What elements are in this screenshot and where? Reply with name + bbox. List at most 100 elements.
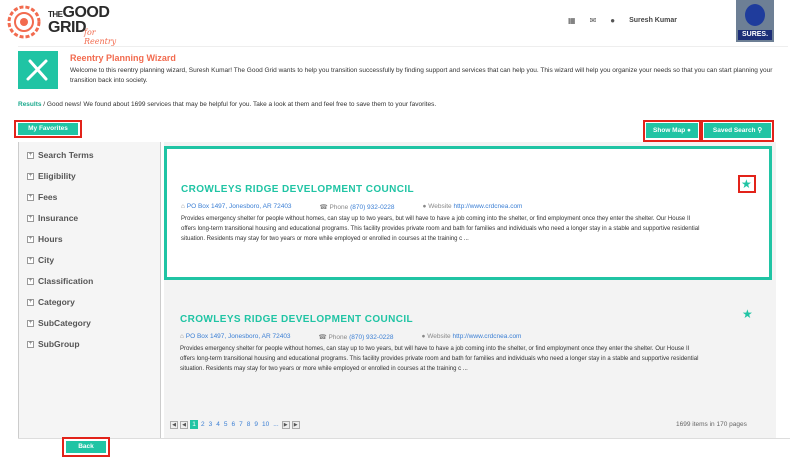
listing-phone-group: ☎ Phone (870) 932-0228 [319, 333, 394, 341]
page-link[interactable]: 6 [231, 421, 237, 428]
listing-meta: ⌂ PO Box 1497, Jonesboro, AR 72403 ☎ Pho… [180, 333, 521, 341]
listing-description: Provides emergency shelter for people wi… [180, 346, 699, 372]
listing-address[interactable]: PO Box 1497, Jonesboro, AR 72403 [187, 203, 292, 210]
map-marker-icon: ● [687, 127, 691, 134]
listing-phone[interactable]: (870) 932-0228 [350, 204, 394, 211]
saved-search-label: Saved Search [712, 127, 756, 134]
filter-subcategory[interactable]: + SubCategory [27, 318, 91, 328]
page-link[interactable]: 2 [200, 421, 206, 428]
listing-address[interactable]: PO Box 1497, Jonesboro, AR 72403 [186, 333, 291, 340]
expand-icon: + [27, 277, 34, 285]
favorite-star-icon[interactable]: ★ [742, 307, 753, 321]
header-icons: ▦ ✉ ● Suresh Kumar [568, 16, 677, 25]
page-link[interactable]: 7 [238, 421, 244, 428]
logo-line3: GRID [48, 19, 87, 36]
listing-title[interactable]: CROWLEYS RIDGE DEVELOPMENT COUNCIL [181, 184, 414, 195]
page-link[interactable]: 3 [208, 421, 214, 428]
expand-icon: + [27, 214, 34, 222]
back-button[interactable]: Back [66, 441, 106, 453]
page-link[interactable]: 9 [253, 421, 259, 428]
phone-label: Phone [328, 334, 348, 341]
listing-card-1[interactable]: CROWLEYS RIDGE DEVELOPMENT COUNCIL ⌂ PO … [164, 146, 772, 280]
filter-insurance[interactable]: + Insurance [27, 213, 78, 223]
filter-label: City [38, 255, 55, 265]
listing-phone-group: ☎ Phone (870) 932-0228 [320, 203, 395, 211]
first-page-icon[interactable]: ◀ [170, 420, 178, 429]
logo[interactable]: THEGOOD GRID for Reentry [6, 4, 126, 46]
listing-address-group: ⌂ PO Box 1497, Jonesboro, AR 72403 [181, 203, 292, 211]
filter-label: Search Terms [38, 150, 94, 160]
filter-label: Category [38, 297, 75, 307]
website-label: Website [427, 333, 451, 340]
filter-eligibility[interactable]: + Eligibility [27, 171, 76, 181]
results-panel: CROWLEYS RIDGE DEVELOPMENT COUNCIL ⌂ PO … [164, 142, 776, 438]
saved-search-button[interactable]: Saved Search ⚲ [704, 123, 771, 138]
filter-classification[interactable]: + Classification [27, 276, 93, 286]
listing-description: Provides emergency shelter for people wi… [181, 216, 700, 242]
listing-card-2[interactable]: CROWLEYS RIDGE DEVELOPMENT COUNCIL ⌂ PO … [164, 292, 772, 382]
listing-website-group: ● Website http://www.crdcnea.com [422, 333, 522, 341]
show-map-label: Show Map [653, 127, 686, 134]
filter-label: SubCategory [38, 318, 91, 328]
globe-icon: ● [421, 333, 426, 340]
filter-hours[interactable]: + Hours [27, 234, 63, 244]
filter-fees[interactable]: + Fees [27, 192, 57, 202]
filter-label: Eligibility [38, 171, 76, 181]
favorite-star-icon[interactable]: ★ [741, 177, 752, 191]
my-favorites-button[interactable]: My Favorites [18, 123, 78, 135]
pagination: ◀ ◀ 1 2 3 4 5 6 7 8 9 10 ... ▶ ▶ [170, 420, 300, 429]
search-icon: ⚲ [757, 127, 763, 134]
prev-page-icon[interactable]: ◀ [180, 420, 188, 429]
results-text: / Good news! We found about 1699 service… [41, 101, 437, 108]
last-page-icon[interactable]: ▶ [291, 420, 300, 429]
filter-category[interactable]: + Category [27, 297, 75, 307]
listing-phone[interactable]: (870) 932-0228 [349, 334, 393, 341]
user-icon: ● [610, 16, 616, 25]
results-label: Results [18, 101, 42, 108]
results-message: Results / Good news! We found about 1699… [18, 101, 436, 108]
filter-city[interactable]: + City [27, 255, 54, 265]
filter-sidebar: + Search Terms + Eligibility + Fees + Insura… [18, 142, 161, 438]
filter-label: Classification [38, 276, 94, 286]
page-link[interactable]: 8 [246, 421, 252, 428]
page-ellipsis[interactable]: ... [272, 421, 279, 428]
expand-icon: + [27, 193, 34, 201]
filter-label: SubGroup [38, 339, 80, 349]
grid-icon[interactable]: ▦ [568, 16, 576, 25]
listing-title[interactable]: CROWLEYS RIDGE DEVELOPMENT COUNCIL [180, 314, 413, 325]
avatar[interactable]: SURES. [736, 0, 774, 42]
page-current[interactable]: 1 [190, 420, 198, 429]
filter-label: Insurance [38, 213, 79, 223]
expand-icon: + [27, 256, 34, 264]
filter-label: Hours [38, 234, 63, 244]
phone-icon: ☎ [318, 334, 327, 341]
listing-meta: ⌂ PO Box 1497, Jonesboro, AR 72403 ☎ Pho… [181, 203, 522, 211]
expand-icon: + [27, 151, 34, 159]
logo-line1: THE [48, 10, 63, 19]
filter-subgroup[interactable]: + SubGroup [27, 339, 80, 349]
page-link[interactable]: 10 [261, 421, 270, 428]
filter-search-terms[interactable]: + Search Terms [27, 150, 94, 160]
avatar-face-icon [745, 4, 765, 26]
mail-icon[interactable]: ✉ [590, 16, 597, 25]
expand-icon: + [27, 319, 34, 327]
user-name[interactable]: Suresh Kumar [629, 17, 677, 24]
page: { "header": { "logo_line1": "THE", "logo… [0, 0, 800, 464]
logo-subtitle: for Reentry [84, 28, 117, 46]
home-icon: ⌂ [180, 333, 184, 340]
listing-address-group: ⌂ PO Box 1497, Jonesboro, AR 72403 [180, 333, 291, 341]
show-map-button[interactable]: Show Map ● [646, 123, 698, 138]
next-page-icon[interactable]: ▶ [281, 420, 290, 429]
expand-icon: + [27, 235, 34, 243]
listing-website[interactable]: http://www.crdcnea.com [453, 203, 522, 210]
page-link[interactable]: 4 [215, 421, 221, 428]
listing-website[interactable]: http://www.crdcnea.com [452, 333, 521, 340]
home-icon: ⌂ [181, 203, 185, 210]
page-link[interactable]: 5 [223, 421, 229, 428]
filter-label: Fees [38, 192, 58, 202]
website-label: Website [428, 203, 452, 210]
wizard-banner: Reentry Planning Wizard Welcome to this … [18, 46, 788, 92]
globe-icon: ● [422, 203, 427, 210]
expand-icon: + [27, 172, 34, 180]
gear-logo-icon [7, 5, 41, 39]
